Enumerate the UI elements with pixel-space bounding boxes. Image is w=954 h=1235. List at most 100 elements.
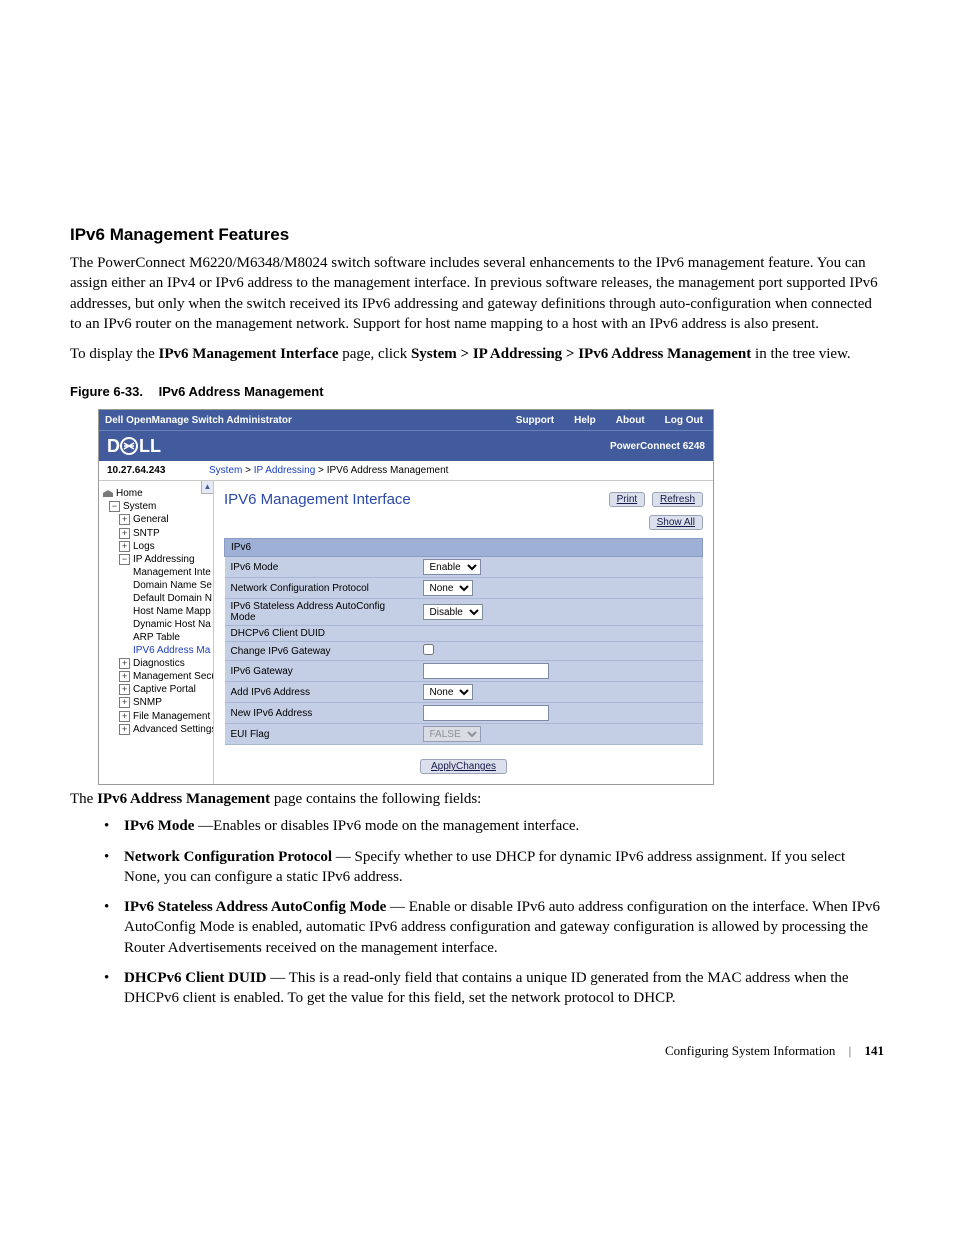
text-bold: IPv6 Management Interface [159, 346, 339, 362]
label-change-gateway: Change IPv6 Gateway [225, 642, 417, 661]
expand-icon[interactable]: + [119, 528, 130, 539]
figure-title: IPv6 Address Management [159, 384, 324, 399]
input-ipv6-gateway[interactable] [423, 663, 549, 679]
expand-icon[interactable]: + [119, 684, 130, 695]
tree-mgmt-interface[interactable]: Management Inte [133, 567, 211, 578]
refresh-button[interactable]: Refresh [652, 492, 703, 507]
crumb-current: IPV6 Address Management [327, 465, 449, 476]
list-item: Network Configuration Protocol — Specify… [104, 847, 884, 888]
collapse-icon[interactable]: − [119, 554, 130, 565]
apply-changes-button[interactable]: ApplyChanges [420, 759, 507, 774]
expand-icon[interactable]: + [119, 697, 130, 708]
field-list: IPv6 Mode —Enables or disables IPv6 mode… [104, 816, 884, 1008]
checkbox-change-gateway[interactable] [423, 644, 434, 655]
tree-logs[interactable]: Logs [133, 541, 155, 552]
list-item: DHCPv6 Client DUID — This is a read-only… [104, 968, 884, 1009]
page-number: 141 [865, 1043, 885, 1058]
tree-diagnostics[interactable]: Diagnostics [133, 658, 185, 669]
footer-section: Configuring System Information [665, 1043, 835, 1058]
app-window: Dell OpenManage Switch Administrator Sup… [98, 409, 714, 785]
text-bold: IPv6 Address Management [97, 791, 270, 807]
tree-system[interactable]: System [123, 501, 156, 512]
select-stateless-autoconfig[interactable]: Disable [423, 604, 483, 620]
nav-tree: ▲ Home −System +General +SNTP +Logs −IP … [99, 481, 214, 784]
page-title: IPV6 Management Interface [224, 491, 411, 508]
value-dhcpv6-duid [417, 626, 703, 642]
tree-domain-name-server[interactable]: Domain Name Se [133, 580, 212, 591]
label-stateless-autoconfig: IPv6 Stateless Address AutoConfig Mode [225, 599, 417, 626]
breadcrumb-row: 10.27.64.243 System > IP Addressing > IP… [99, 461, 713, 481]
paragraph-2: To display the IPv6 Management Interface… [70, 344, 884, 364]
field-name: DHCPv6 Client DUID [124, 970, 270, 986]
field-desc: —Enables or disables IPv6 mode on the ma… [198, 818, 579, 834]
tree-host-name-mapping[interactable]: Host Name Mapp [133, 606, 211, 617]
paragraph-1: The PowerConnect M6220/M6348/M8024 switc… [70, 253, 884, 334]
svg-text:LL: LL [139, 436, 161, 456]
expand-icon[interactable]: + [119, 711, 130, 722]
expand-icon[interactable]: + [119, 541, 130, 552]
label-net-config-proto: Network Configuration Protocol [225, 578, 417, 599]
svg-text:D: D [107, 436, 120, 456]
tree-mgmt-security[interactable]: Management Secur [133, 671, 214, 682]
field-name: IPv6 Mode [124, 818, 198, 834]
label-dhcpv6-duid: DHCPv6 Client DUID [225, 626, 417, 642]
fields-intro: The IPv6 Address Management page contain… [70, 791, 884, 808]
select-add-ipv6[interactable]: None [423, 684, 473, 700]
crumb-system[interactable]: System [209, 465, 242, 476]
figure-number: Figure 6-33. [70, 384, 143, 399]
tree-sntp[interactable]: SNTP [133, 528, 160, 539]
select-net-config-proto[interactable]: None [423, 580, 473, 596]
text: in the tree view. [751, 346, 850, 362]
text: To display the [70, 346, 159, 362]
link-support[interactable]: Support [506, 415, 564, 426]
dell-logo: D LL [107, 436, 177, 456]
text: page contains the following fields: [270, 791, 481, 807]
tree-arp-table[interactable]: ARP Table [133, 632, 180, 643]
crumb-ipaddr[interactable]: IP Addressing [254, 465, 316, 476]
field-name: Network Configuration Protocol [124, 849, 336, 865]
link-help[interactable]: Help [564, 415, 606, 426]
tree-home[interactable]: Home [116, 488, 143, 499]
tree-default-domain[interactable]: Default Domain N [133, 593, 212, 604]
content-pane: IPV6 Management Interface Print Refresh … [214, 481, 713, 784]
tree-ipaddressing[interactable]: IP Addressing [133, 554, 195, 565]
tree-captive-portal[interactable]: Captive Portal [133, 684, 196, 695]
figure-caption: Figure 6-33. IPv6 Address Management [70, 384, 884, 399]
print-button[interactable]: Print [609, 492, 646, 507]
settings-table: IPv6 IPv6 Mode Enable Network Configurat… [224, 538, 703, 745]
tree-file-mgmt[interactable]: File Management [133, 711, 210, 722]
expand-icon[interactable]: + [119, 514, 130, 525]
collapse-icon[interactable]: − [109, 501, 120, 512]
text: The [70, 791, 97, 807]
field-name: IPv6 Stateless Address AutoConfig Mode [124, 899, 390, 915]
app-logobar: D LL PowerConnect 6248 [99, 430, 713, 461]
text: page, click [338, 346, 410, 362]
show-all-button[interactable]: Show All [649, 515, 703, 530]
separator-icon: | [849, 1043, 852, 1058]
select-eui-flag: FALSE [423, 726, 481, 742]
list-item: IPv6 Mode —Enables or disables IPv6 mode… [104, 816, 884, 836]
tree-dynamic-host[interactable]: Dynamic Host Na [133, 619, 211, 630]
link-logout[interactable]: Log Out [655, 415, 713, 426]
label-new-ipv6: New IPv6 Address [225, 703, 417, 724]
tree-general[interactable]: General [133, 515, 169, 526]
select-ipv6-mode[interactable]: Enable [423, 559, 481, 575]
breadcrumb: System > IP Addressing > IPV6 Address Ma… [209, 465, 448, 476]
device-ip: 10.27.64.243 [107, 465, 209, 476]
expand-icon[interactable]: + [119, 658, 130, 669]
product-name: PowerConnect 6248 [610, 441, 705, 452]
link-about[interactable]: About [606, 415, 655, 426]
expand-icon[interactable]: + [119, 671, 130, 682]
expand-icon[interactable]: + [119, 724, 130, 735]
label-ipv6-gateway: IPv6 Gateway [225, 661, 417, 682]
input-new-ipv6[interactable] [423, 705, 549, 721]
scroll-up-icon[interactable]: ▲ [201, 481, 213, 494]
list-item: IPv6 Stateless Address AutoConfig Mode —… [104, 897, 884, 958]
tree-snmp[interactable]: SNMP [133, 698, 162, 709]
tree-ipv6-address-mgmt[interactable]: IPV6 Address Ma [133, 645, 210, 656]
label-eui-flag: EUI Flag [225, 724, 417, 745]
label-ipv6-mode: IPv6 Mode [225, 557, 417, 578]
tree-advanced-settings[interactable]: Advanced Settings [133, 724, 214, 735]
group-header: IPv6 [225, 539, 703, 557]
label-add-ipv6: Add IPv6 Address [225, 682, 417, 703]
